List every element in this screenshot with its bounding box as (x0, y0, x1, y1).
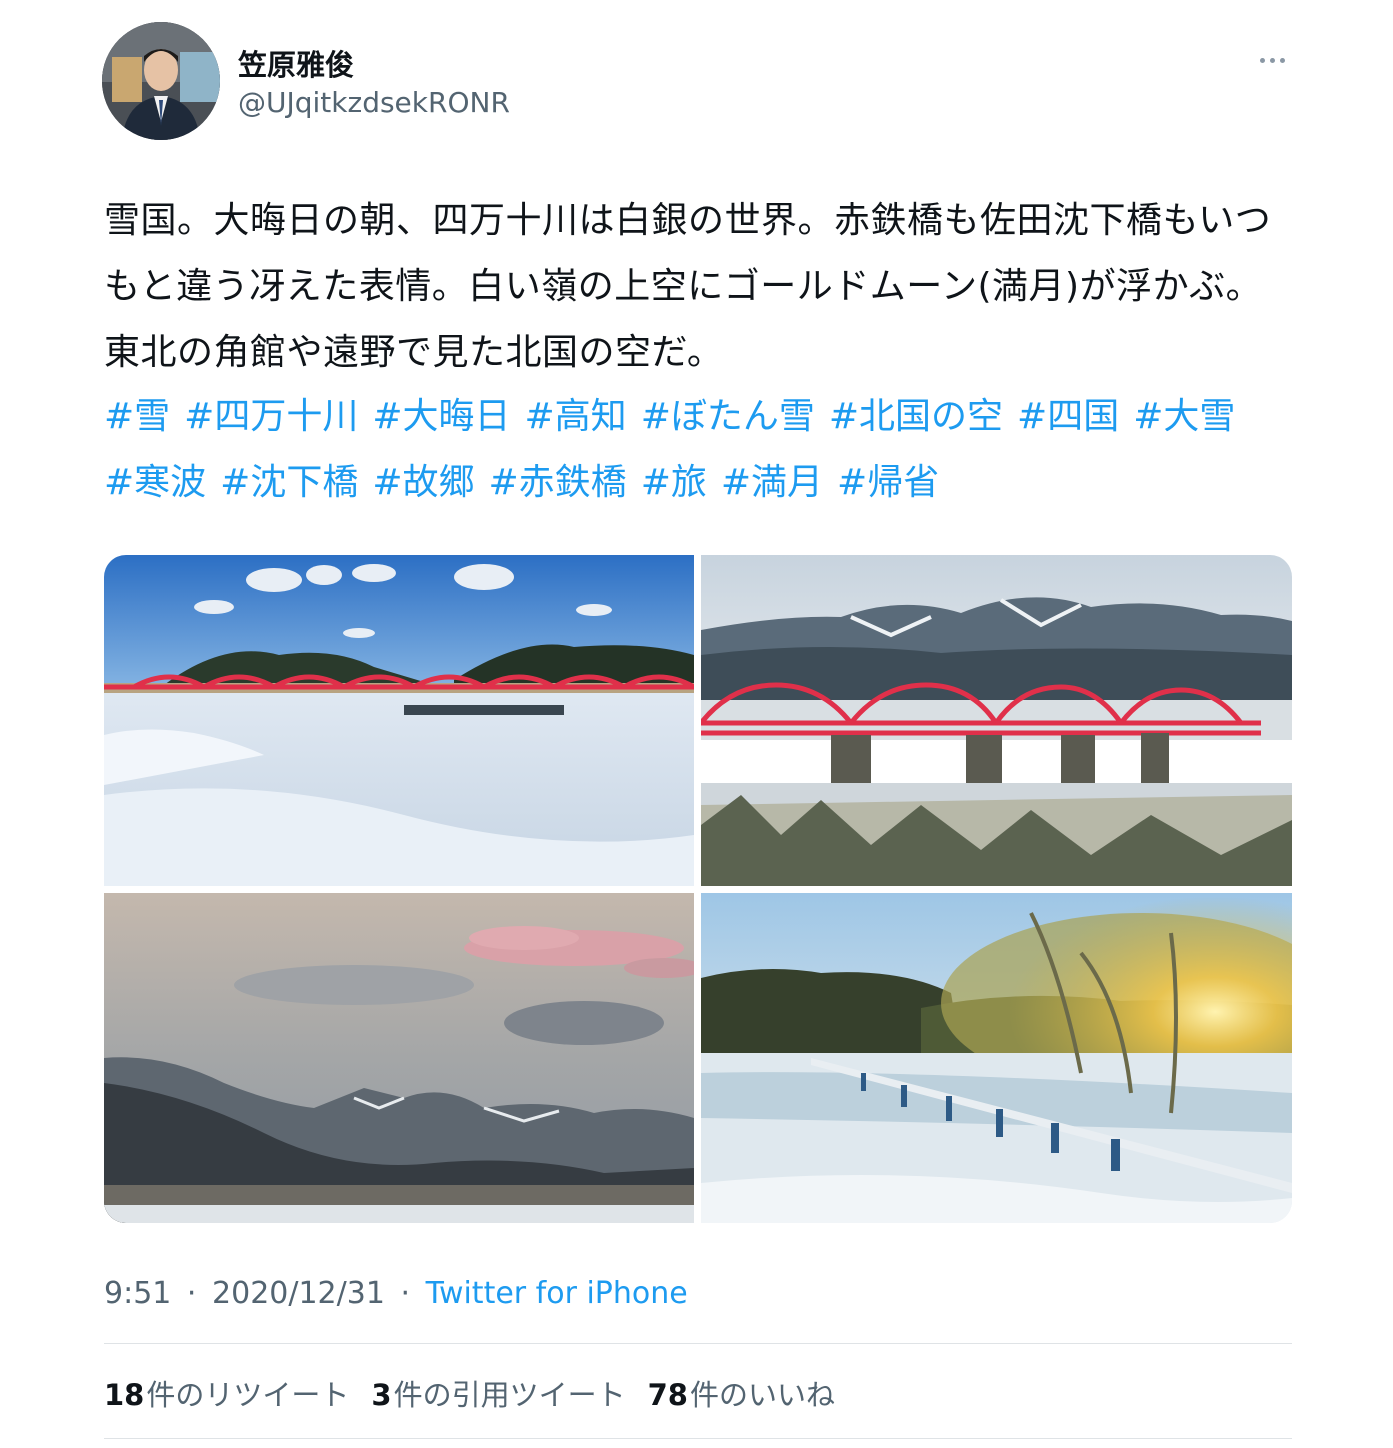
hashtag-link[interactable]: #沈下橋 (220, 462, 358, 503)
hashtag-link[interactable]: #大晦日 (372, 396, 510, 437)
divider (104, 1438, 1292, 1439)
retweets-count: 18 (104, 1378, 145, 1412)
tweet-date[interactable]: 2020/12/31 (212, 1276, 385, 1311)
photo-red-bridge-snowfield[interactable] (104, 555, 694, 886)
quotes-count: 3 (371, 1378, 392, 1412)
quotes-label: 件の引用ツイート (393, 1378, 626, 1412)
meta-separator: · (400, 1276, 411, 1311)
more-horizontal-icon[interactable] (1250, 48, 1294, 72)
photo-gallery (104, 555, 1292, 1223)
likes-count: 78 (647, 1378, 688, 1412)
hashtag-link[interactable]: #四万十川 (184, 396, 358, 437)
hashtag-link[interactable]: #雪 (104, 396, 170, 437)
hashtag-link[interactable]: #故郷 (372, 462, 474, 503)
photo-red-iron-bridge[interactable] (701, 555, 1292, 886)
retweets-label: 件のリツイート (146, 1378, 350, 1412)
more-dot (1259, 57, 1265, 63)
meta-separator: · (186, 1276, 197, 1311)
quotes-stat[interactable]: 3件の引用ツイート (371, 1372, 625, 1414)
avatar[interactable] (102, 22, 220, 140)
tweet-text: 雪国。大晦日の朝、四万十川は白銀の世界。赤鉄橋も佐田沈下橋もいつもと違う冴えた表… (104, 200, 1272, 373)
photo-sada-low-water-bridge[interactable] (701, 893, 1292, 1223)
user-handle[interactable]: @UJqitkzdsekRONR (238, 86, 510, 119)
hashtag-link[interactable]: #四国 (1017, 396, 1119, 437)
tweet-stats: 18件のリツイート 3件の引用ツイート 78件のいいね (104, 1372, 835, 1414)
display-name[interactable]: 笠原雅俊 (238, 42, 354, 84)
more-dot (1279, 57, 1285, 63)
hashtag-link[interactable]: #大雪 (1133, 396, 1235, 437)
divider (104, 1343, 1292, 1344)
hashtag-link[interactable]: #満月 (721, 462, 823, 503)
avatar-image (102, 22, 220, 140)
hashtag-link[interactable]: #高知 (525, 396, 627, 437)
hashtag-link[interactable]: #北国の空 (829, 396, 1003, 437)
hashtag-link[interactable]: #帰省 (837, 462, 939, 503)
hashtag-link[interactable]: #赤鉄橋 (489, 462, 627, 503)
more-dot (1269, 57, 1275, 63)
retweets-stat[interactable]: 18件のリツイート (104, 1372, 349, 1414)
tweet-meta: 9:51 · 2020/12/31 · Twitter for iPhone (104, 1276, 688, 1311)
likes-stat[interactable]: 78件のいいね (648, 1372, 835, 1414)
hashtag-list: #雪 #四万十川 #大晦日 #高知 #ぼたん雪 #北国の空 #四国 #大雪 #寒波 #沈下橋 #故郷… (104, 384, 1284, 516)
tweet-source-link[interactable]: Twitter for iPhone (426, 1276, 688, 1311)
hashtag-link[interactable]: #ぼたん雪 (641, 396, 815, 437)
photo-snowy-mountains-sky[interactable] (104, 893, 694, 1223)
hashtag-link[interactable]: #旅 (641, 462, 707, 503)
likes-label: 件のいいね (689, 1378, 835, 1412)
hashtag-link[interactable]: #寒波 (104, 462, 206, 503)
tweet-time[interactable]: 9:51 (104, 1276, 171, 1311)
